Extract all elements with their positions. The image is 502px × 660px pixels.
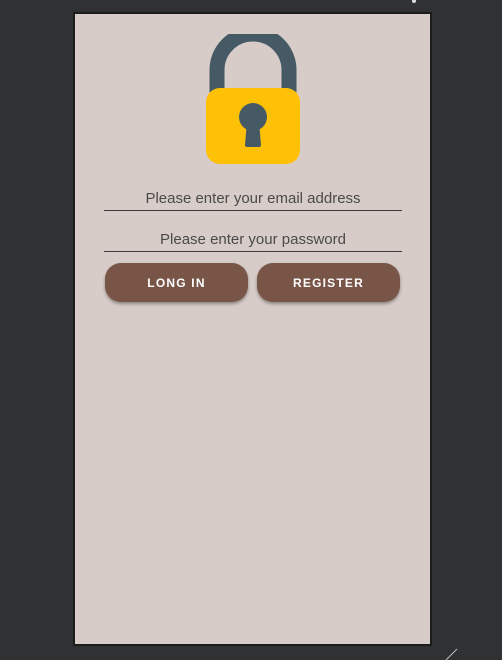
- password-input[interactable]: [104, 227, 402, 251]
- login-button[interactable]: LONG IN: [105, 263, 248, 302]
- padlock-icon: [206, 34, 300, 164]
- email-field[interactable]: [104, 186, 402, 211]
- register-button[interactable]: REGISTER: [257, 263, 400, 302]
- window-edge-marker: [412, 0, 416, 3]
- resize-grip-icon[interactable]: [444, 648, 458, 660]
- app-screen: LONG IN REGISTER: [75, 14, 430, 644]
- keyhole-slot: [245, 121, 261, 147]
- email-input[interactable]: [104, 186, 402, 210]
- password-field[interactable]: [104, 227, 402, 252]
